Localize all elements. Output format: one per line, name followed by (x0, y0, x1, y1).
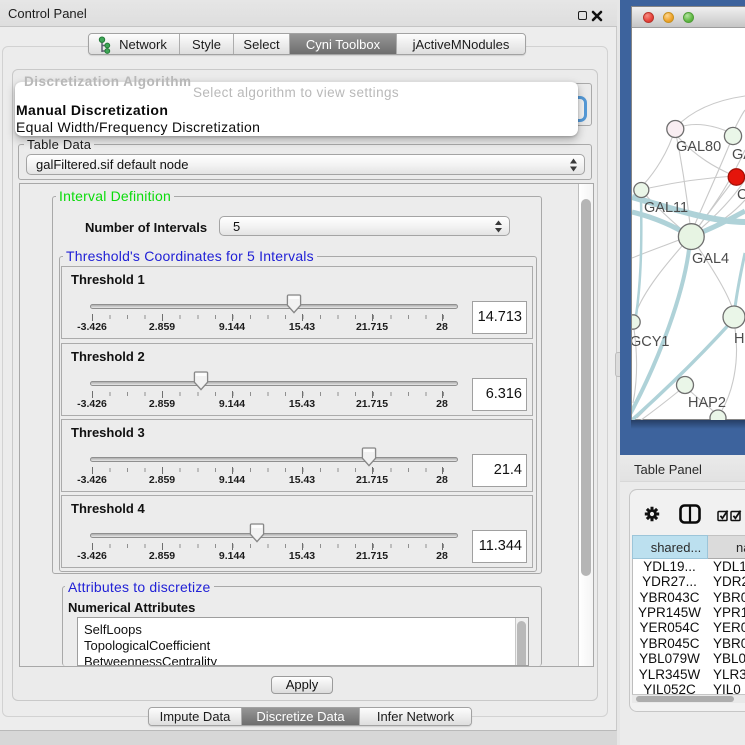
svg-text:GAL4: GAL4 (692, 251, 729, 267)
svg-text:GA: GA (732, 147, 745, 163)
svg-text:GAL11: GAL11 (644, 200, 688, 216)
svg-text:C: C (737, 187, 745, 203)
svg-text:GCY1: GCY1 (632, 334, 670, 350)
svg-text:H: H (734, 331, 744, 347)
svg-text:HAP2: HAP2 (688, 395, 726, 411)
svg-text:GAL80: GAL80 (676, 139, 721, 155)
